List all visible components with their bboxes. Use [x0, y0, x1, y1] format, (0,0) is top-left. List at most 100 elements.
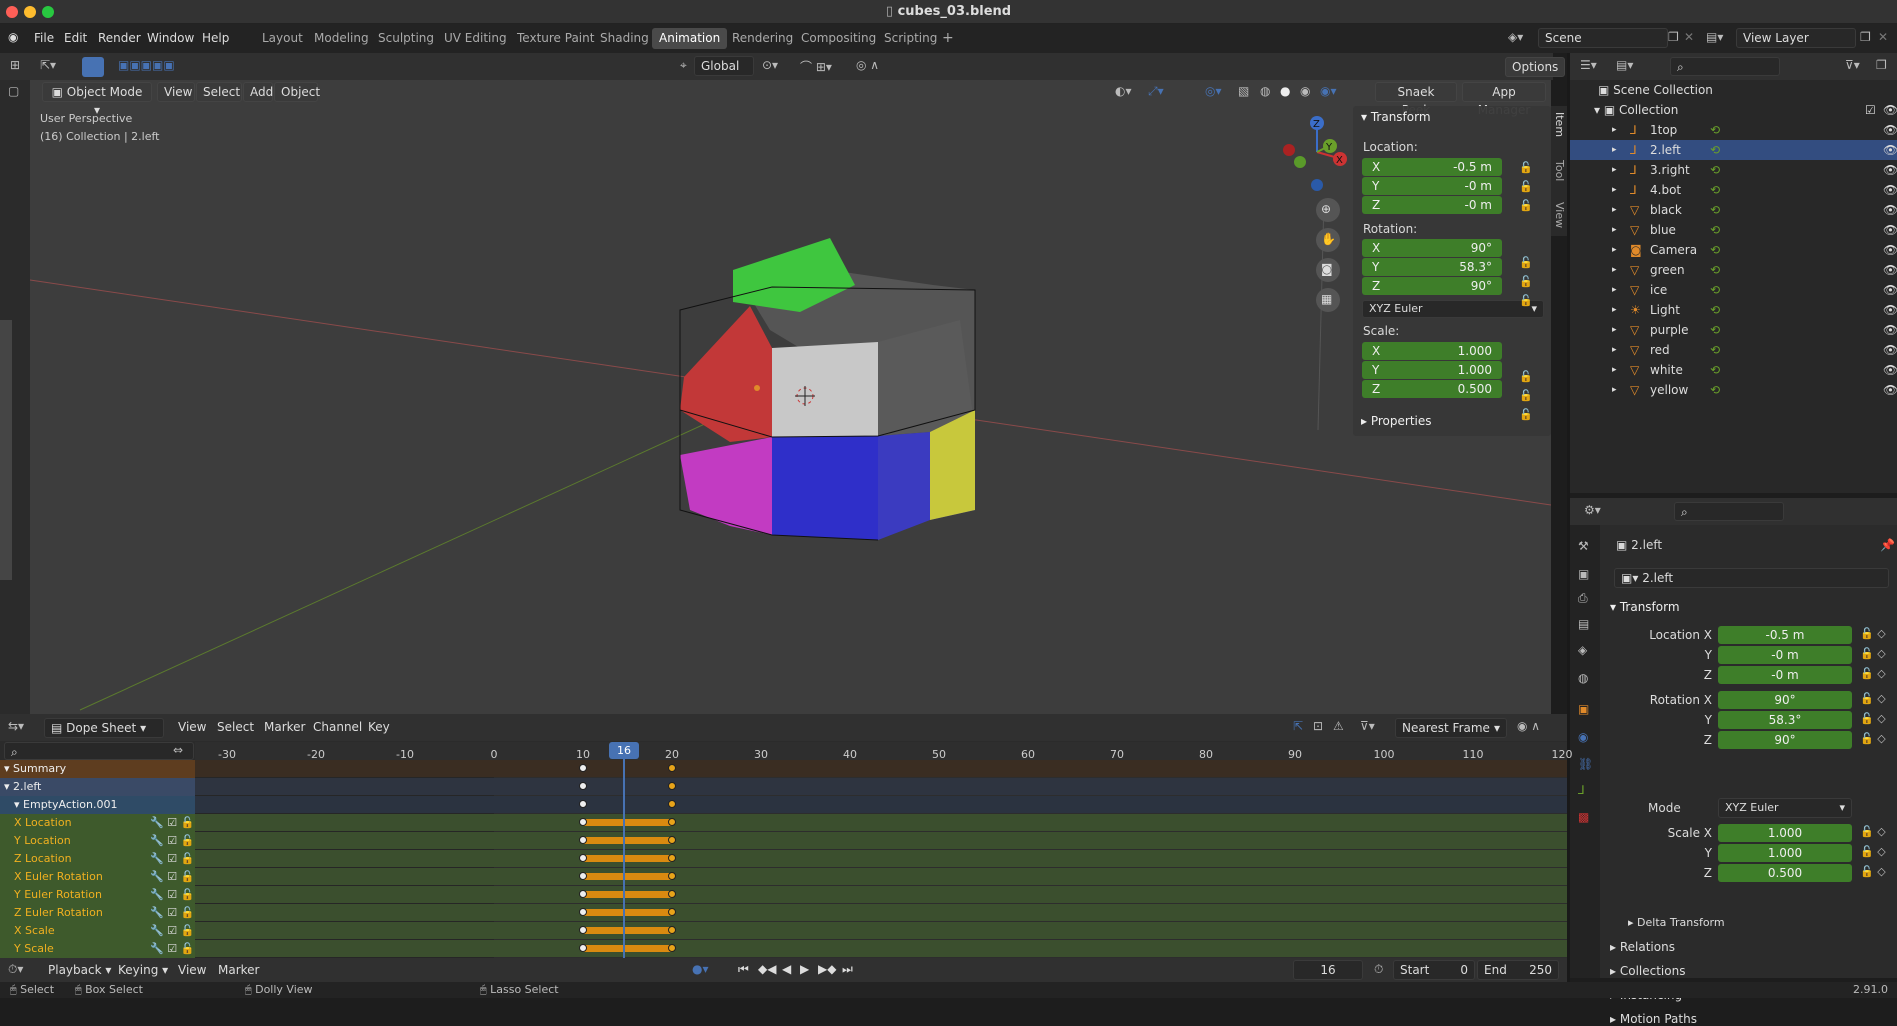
keyframe-lock-icon[interactable]: 🔓 ◇ [1860, 732, 1886, 745]
channel-z-euler-rotation[interactable]: Z Euler Rotation 🔧 ☑ 🔓 [0, 904, 195, 922]
prop-section-delta-transform[interactable]: ▸ Delta Transform [1628, 916, 1725, 929]
tab-sculpting[interactable]: Sculpting [371, 28, 441, 49]
prop-location-field[interactable]: -0.5 m [1718, 626, 1852, 644]
properties-search[interactable]: ⌕ [1674, 502, 1784, 521]
render-tab-icon[interactable]: ▣ [1578, 567, 1589, 581]
keyframe-lock-icon[interactable]: 🔓 ◇ [1860, 667, 1886, 680]
expand-icon[interactable]: ▸ [1612, 180, 1617, 200]
outliner-collection[interactable]: ▾ ▣ Collection ☑ 👁 [1570, 100, 1897, 120]
playhead-frame[interactable]: 16 [609, 742, 639, 759]
keyframe[interactable] [668, 836, 676, 844]
outliner-row-black[interactable]: ▸ ▽ black ⟲ 👁 [1570, 200, 1897, 220]
keyframe[interactable] [668, 782, 676, 790]
editor-type-icon[interactable]: ⊞ [10, 58, 20, 72]
expand-icon[interactable]: ▸ [1628, 916, 1637, 929]
shading-wire-icon[interactable]: ◍ [1260, 84, 1270, 98]
expand-icon[interactable]: ▸ [1612, 140, 1617, 160]
gizmo-toggle-icon[interactable]: ⤢▾ [1148, 84, 1164, 99]
shading-rendered-icon[interactable]: ◉▾ [1320, 84, 1337, 98]
pivot-icon[interactable]: ⊙▾ [762, 58, 778, 72]
outliner-row-yellow[interactable]: ▸ ▽ yellow ⟲ 👁 [1570, 380, 1897, 400]
expand-icon[interactable]: ▸ [1610, 964, 1620, 978]
dopesheet-menu-select[interactable]: Select [217, 720, 254, 734]
prop-location-field[interactable]: -0 m [1718, 666, 1852, 684]
keyframe[interactable] [579, 944, 587, 952]
tab-uv-editing[interactable]: UV Editing [437, 28, 514, 49]
tab-view[interactable]: View [1553, 202, 1566, 228]
outliner-row-ice[interactable]: ▸ ▽ ice ⟲ 👁 [1570, 280, 1897, 300]
data-icon[interactable]: ⟲ [1710, 180, 1720, 200]
eye-icon[interactable]: 👁 [1883, 120, 1897, 140]
channel-controls-icon[interactable]: 🔧 ☑ 🔓 [150, 904, 194, 922]
npanel-rotation-y[interactable]: Y 58.3° [1362, 258, 1502, 276]
channel-y-location[interactable]: Y Location 🔧 ☑ 🔓 [0, 832, 195, 850]
tab-texture-paint[interactable]: Texture Paint [510, 28, 601, 49]
play-icon[interactable]: ▶ [800, 962, 809, 976]
expand-icon[interactable]: ▸ [1612, 360, 1617, 380]
outliner-row-3right[interactable]: ▸ ⅃ 3.right ⟲ 👁 [1570, 160, 1897, 180]
keyframe[interactable] [668, 818, 676, 826]
toolbar-scroll[interactable] [0, 320, 12, 580]
end-frame-field[interactable]: End 250 [1477, 960, 1559, 980]
dopesheet-menu-marker[interactable]: Marker [264, 720, 305, 734]
expand-icon[interactable]: ▸ [1612, 300, 1617, 320]
app-manager-button[interactable]: App Manager [1462, 82, 1546, 117]
only-selected-icon[interactable]: ⇱ [1293, 719, 1303, 733]
outliner-row-light[interactable]: ▸ ☀ Light ⟲ 👁 [1570, 300, 1897, 320]
channel-y-euler-rotation[interactable]: Y Euler Rotation 🔧 ☑ 🔓 [0, 886, 195, 904]
new-scene-icon[interactable]: ❐ [1668, 30, 1679, 44]
npanel-location-y[interactable]: Y -0 m [1362, 177, 1502, 195]
hidden-icon[interactable]: ⊡ [1313, 719, 1323, 733]
keyframe-lock-icon[interactable]: 🔓 ◇ [1860, 825, 1886, 838]
properties-editor-icon[interactable]: ⚙▾ [1584, 503, 1601, 517]
dopesheet-mode-dropdown[interactable]: ▤ Dope Sheet ▾ [44, 718, 164, 738]
output-tab-icon[interactable]: ⎙ [1578, 591, 1588, 606]
keyframe[interactable] [579, 854, 587, 862]
snap-icon[interactable]: ⌒ ⊞▾ [800, 58, 832, 75]
tab-layout[interactable]: Layout [255, 28, 310, 49]
data-icon[interactable]: ⟲ [1710, 320, 1720, 340]
keyframe[interactable] [668, 872, 676, 880]
eye-icon[interactable]: 👁 [1883, 160, 1897, 180]
view-layer-selector[interactable]: View Layer [1736, 28, 1856, 48]
keyframe-lock-icon[interactable]: 🔓 ◇ [1860, 845, 1886, 858]
new-view-layer-icon[interactable]: ❐ [1860, 30, 1871, 44]
eye-icon[interactable]: 👁 [1883, 200, 1897, 220]
properties-transform-header[interactable]: ▾ Transform [1610, 600, 1680, 614]
menu-file[interactable]: File [34, 31, 54, 45]
zoom-icon[interactable]: ⊕ [1321, 202, 1331, 216]
shading-solid-icon[interactable]: ● [1280, 84, 1290, 98]
outliner-row-1top[interactable]: ▸ ⅃ 1top ⟲ 👁 [1570, 120, 1897, 140]
start-frame-field[interactable]: Start 0 [1393, 960, 1475, 980]
sort-icon[interactable]: ⇔ [173, 743, 183, 757]
eye-icon[interactable]: 👁 [1883, 320, 1897, 340]
npanel-location-z[interactable]: Z -0 m [1362, 196, 1502, 214]
data-icon[interactable]: ⟲ [1710, 240, 1720, 260]
shading-material-icon[interactable]: ◉ [1300, 84, 1310, 98]
prop-rotation-field[interactable]: 58.3° [1718, 711, 1852, 729]
data-icon[interactable]: ⟲ [1710, 300, 1720, 320]
keyframe[interactable] [579, 764, 587, 772]
expand-icon[interactable]: ▸ [1612, 340, 1617, 360]
channel-y-scale[interactable]: Y Scale 🔧 ☑ 🔓 [0, 940, 195, 958]
camera-icon[interactable]: ◙ [1321, 262, 1333, 276]
filter-icon[interactable]: ⊽▾ [1360, 719, 1375, 733]
keyframe[interactable] [579, 782, 587, 790]
tab-compositing[interactable]: Compositing [794, 28, 883, 49]
eye-icon[interactable]: 👁 [1883, 240, 1897, 260]
keyframe-lock-icon[interactable]: 🔓 ◇ [1860, 627, 1886, 640]
keyframe[interactable] [579, 872, 587, 880]
expand-icon[interactable]: ▸ [1612, 320, 1617, 340]
keyframe[interactable] [668, 800, 676, 808]
filter-icon[interactable]: ⊽▾ [1845, 58, 1860, 72]
timeline-menu-view[interactable]: View [178, 963, 206, 977]
data-icon[interactable]: ⟲ [1710, 140, 1720, 160]
dopesheet-menu-view[interactable]: View [178, 720, 206, 734]
timeline-editor-icon[interactable]: ⏱▾ [8, 962, 23, 977]
timeline-menu-playback[interactable]: Playback ▾ [48, 963, 111, 977]
viewport-menu-add[interactable]: Add [243, 82, 273, 102]
viewport-menu-select[interactable]: Select [196, 82, 242, 102]
npanel-scale-y[interactable]: Y 1.000 [1362, 361, 1502, 379]
npanel-location-x[interactable]: X -0.5 m [1362, 158, 1502, 176]
keyframe[interactable] [668, 926, 676, 934]
